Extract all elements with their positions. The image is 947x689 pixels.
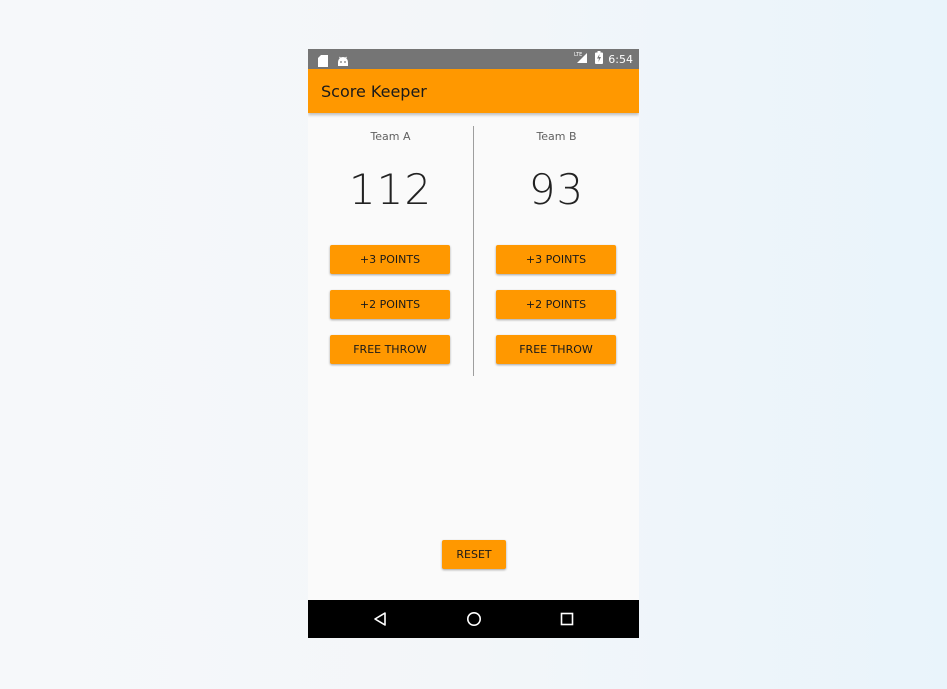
status-bar: LTE 6:54 xyxy=(308,49,639,69)
main-content: Team A 112 +3 POINTS +2 POINTS FREE THRO… xyxy=(308,113,639,600)
team-a-panel: Team A 112 +3 POINTS +2 POINTS FREE THRO… xyxy=(308,113,473,373)
recent-apps-icon[interactable] xyxy=(558,610,576,628)
team-b-plus3-button[interactable]: +3 POINTS xyxy=(496,245,616,274)
reset-button[interactable]: RESET xyxy=(442,540,506,569)
team-a-score: 112 xyxy=(348,165,433,214)
team-b-panel: Team B 93 +3 POINTS +2 POINTS FREE THROW xyxy=(474,113,639,373)
team-b-score: 93 xyxy=(528,165,585,214)
app-title: Score Keeper xyxy=(321,82,427,101)
network-label: LTE xyxy=(574,52,582,58)
team-a-plus2-button[interactable]: +2 POINTS xyxy=(330,290,450,319)
clock: 6:54 xyxy=(608,52,633,66)
team-a-free-throw-button[interactable]: FREE THROW xyxy=(330,335,450,364)
back-icon[interactable] xyxy=(372,610,390,628)
home-icon[interactable] xyxy=(465,610,483,628)
app-bar: Score Keeper xyxy=(308,69,639,113)
phone-screen: LTE 6:54 Score Keeper Team A 112 +3 POIN… xyxy=(308,49,639,638)
team-b-free-throw-button[interactable]: FREE THROW xyxy=(496,335,616,364)
team-a-name: Team A xyxy=(370,130,411,143)
battery-charging-icon xyxy=(595,51,604,67)
team-b-name: Team B xyxy=(536,130,577,143)
team-b-plus2-button[interactable]: +2 POINTS xyxy=(496,290,616,319)
lte-signal-icon: LTE xyxy=(574,51,590,67)
navigation-bar xyxy=(308,600,639,638)
team-a-plus3-button[interactable]: +3 POINTS xyxy=(330,245,450,274)
